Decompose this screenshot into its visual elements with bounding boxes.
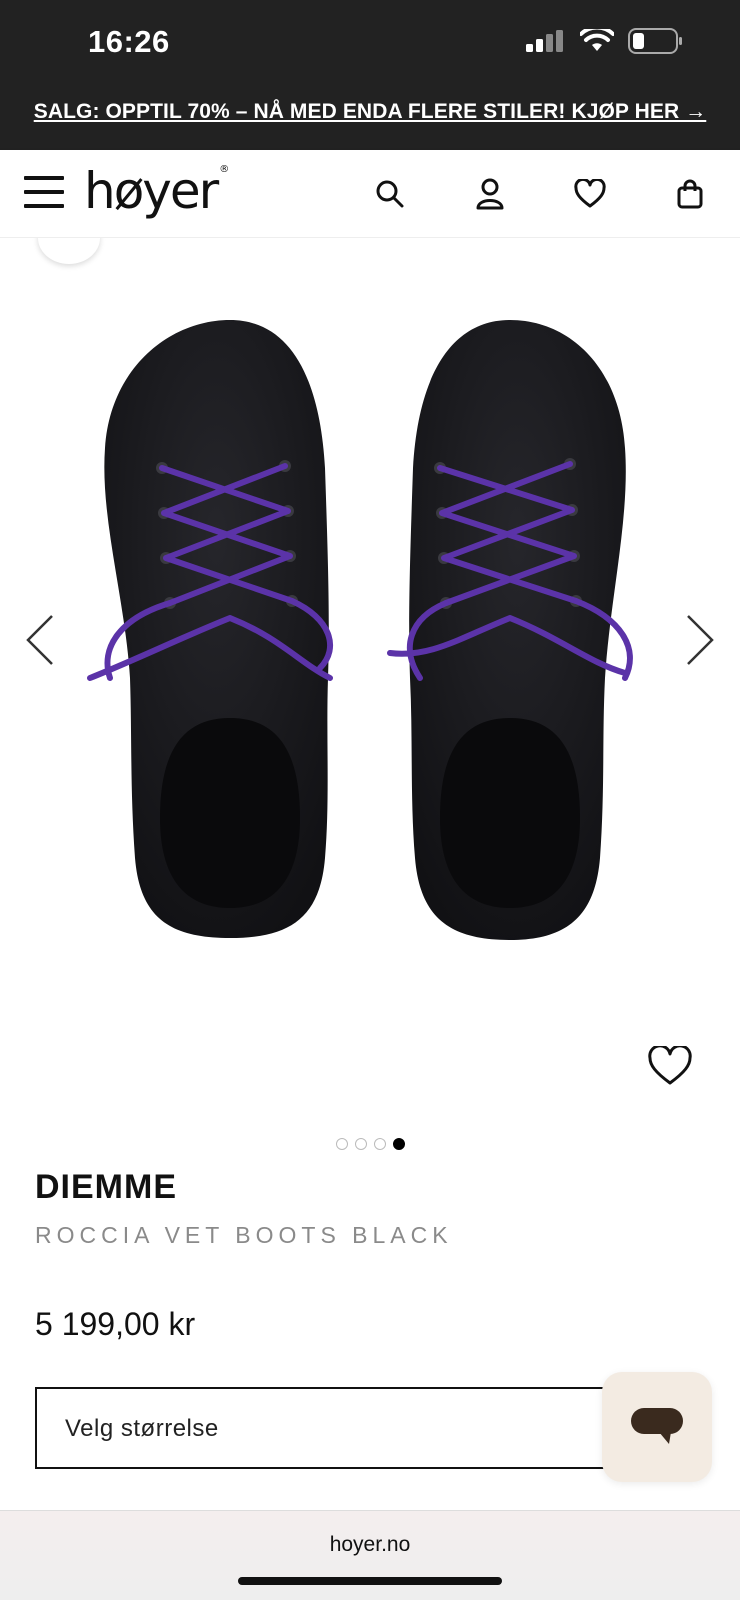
logo[interactable]: høyer ®: [84, 162, 229, 220]
product-brand[interactable]: DIEMME: [35, 1168, 177, 1207]
wifi-icon: [580, 29, 614, 51]
size-select-placeholder: Velg størrelse: [65, 1415, 219, 1442]
chevron-left-icon[interactable]: [22, 610, 62, 670]
promo-banner-link[interactable]: SALG: OPPTIL 70% – NÅ MED ENDA FLERE STI…: [0, 100, 740, 124]
zoom-button[interactable]: [38, 238, 100, 264]
cart-icon[interactable]: [672, 176, 708, 212]
gallery-dot[interactable]: [373, 1138, 386, 1150]
chevron-right-icon[interactable]: [678, 610, 718, 670]
chat-button[interactable]: [602, 1372, 712, 1482]
gallery-dot[interactable]: [335, 1138, 348, 1150]
product-gallery[interactable]: [0, 238, 740, 1108]
account-icon[interactable]: [472, 176, 508, 212]
search-icon[interactable]: [372, 176, 408, 212]
battery-icon: [628, 28, 682, 54]
wishlist-icon[interactable]: [572, 176, 608, 212]
status-icons: [526, 28, 684, 54]
home-indicator[interactable]: [238, 1577, 502, 1585]
status-time: 16:26: [88, 24, 170, 59]
gallery-dot[interactable]: [354, 1138, 367, 1150]
product-image: [87, 320, 633, 940]
menu-icon[interactable]: [24, 176, 64, 212]
add-to-wishlist-icon[interactable]: [648, 1046, 692, 1086]
url-label[interactable]: hoyer.no: [0, 1533, 740, 1557]
gallery-dot-active[interactable]: [392, 1138, 405, 1150]
browser-bar: hoyer.no: [0, 1510, 740, 1600]
chat-icon: [631, 1408, 683, 1444]
site-header: høyer ®: [0, 150, 740, 238]
top-bar: 16:26 SALG: OPPTIL 70% – NÅ MED ENDA FLE…: [0, 0, 740, 150]
product-price: 5 199,00 kr: [35, 1306, 196, 1342]
product-name: ROCCIA VET BOOTS BLACK: [35, 1222, 453, 1248]
size-select[interactable]: Velg størrelse: [35, 1387, 625, 1469]
gallery-pagination: [0, 1138, 740, 1150]
signal-icon: [526, 30, 563, 52]
